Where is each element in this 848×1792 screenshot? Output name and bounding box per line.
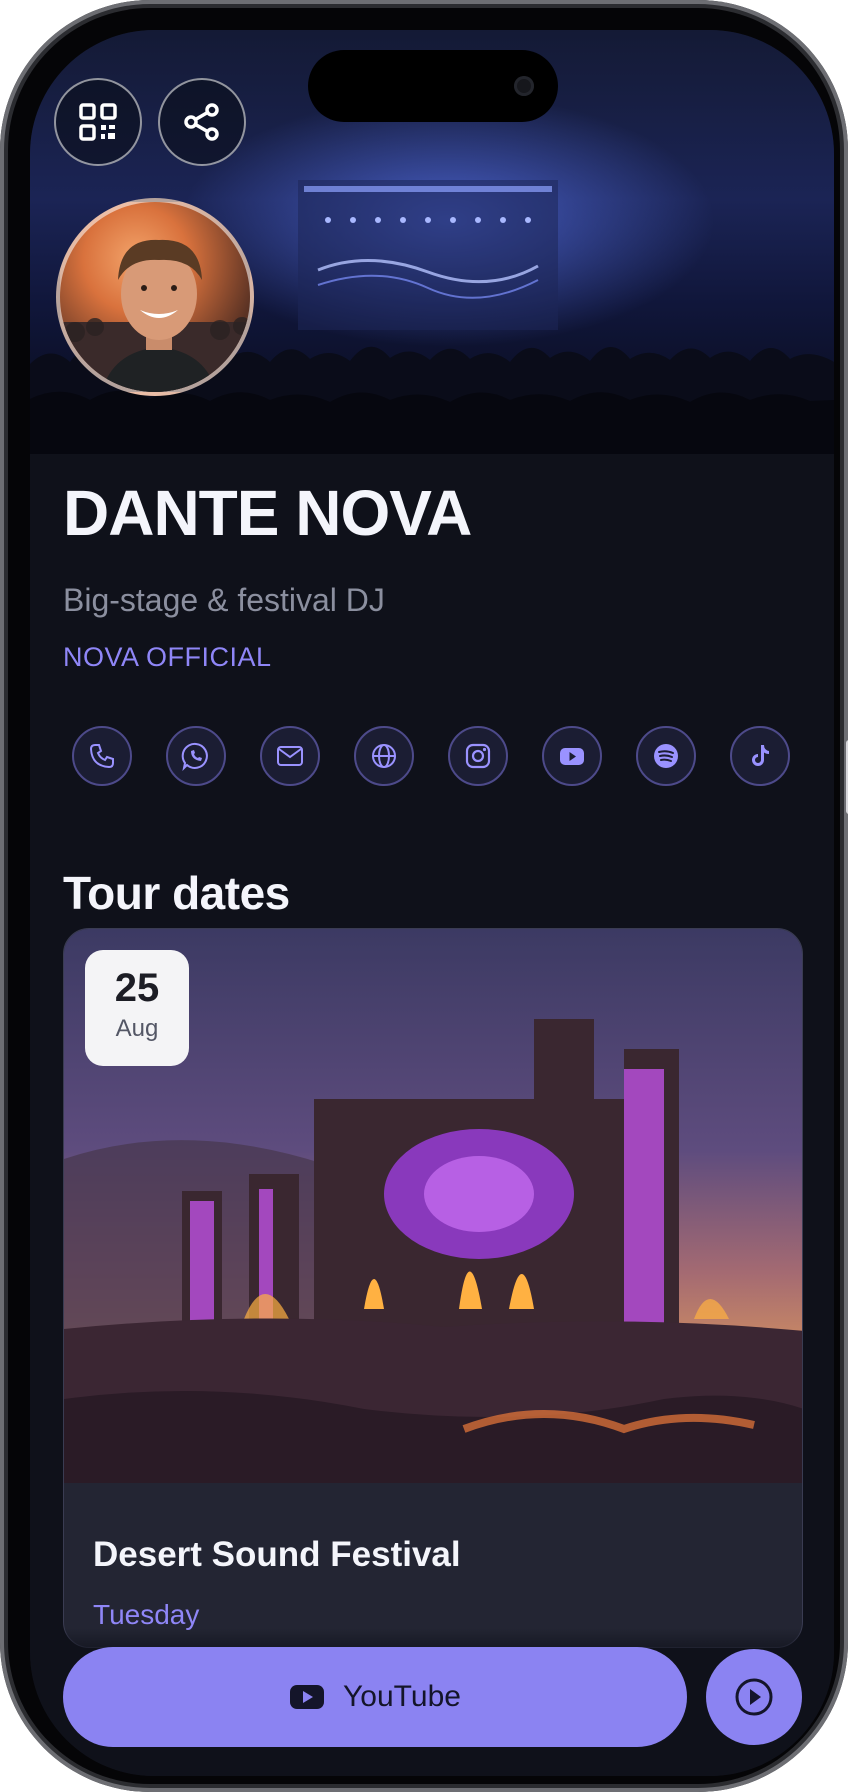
play-button[interactable] — [706, 1649, 802, 1745]
social-links — [72, 726, 796, 788]
email-button[interactable] — [260, 726, 320, 786]
phone-frame: DANTE NOVA Big-stage & festival DJ NOVA … — [0, 0, 848, 1792]
instagram-button[interactable] — [448, 726, 508, 786]
qr-code-button[interactable] — [54, 78, 142, 166]
website-button[interactable] — [354, 726, 414, 786]
play-icon — [735, 1678, 773, 1716]
profile-name: DANTE NOVA — [63, 477, 472, 549]
youtube-icon — [290, 1685, 325, 1709]
whatsapp-icon — [181, 742, 208, 771]
dynamic-island — [308, 50, 558, 122]
qr-code-icon — [79, 103, 117, 141]
phone-icon — [89, 744, 114, 769]
tour-dates-heading: Tour dates — [63, 867, 290, 919]
globe-icon — [372, 744, 396, 768]
youtube-icon — [560, 748, 584, 765]
youtube-cta-label: YouTube — [343, 1680, 461, 1713]
event-month: Aug — [115, 1015, 159, 1042]
tiktok-button[interactable] — [730, 726, 790, 786]
tour-event-card[interactable]: 25 Aug Desert Sound Festival Tuesday — [63, 928, 803, 1648]
avatar — [56, 198, 254, 396]
spotify-button[interactable] — [636, 726, 696, 786]
event-weekday: Tuesday — [93, 1599, 200, 1630]
event-day: 25 — [114, 966, 160, 1010]
event-date-badge: 25 Aug — [85, 950, 189, 1066]
event-name: Desert Sound Festival — [93, 1535, 461, 1574]
profile-brand: NOVA OFFICIAL — [63, 642, 272, 672]
spotify-icon — [654, 744, 678, 768]
avatar-portrait — [60, 239, 250, 392]
mail-icon — [277, 746, 303, 766]
share-button[interactable] — [158, 78, 246, 166]
instagram-icon — [465, 743, 491, 769]
phone-bezel: DANTE NOVA Big-stage & festival DJ NOVA … — [8, 8, 840, 1784]
tiktok-icon — [752, 745, 769, 766]
camera-dot — [514, 76, 534, 96]
share-icon — [184, 103, 219, 141]
youtube-button[interactable] — [542, 726, 602, 786]
profile-tagline: Big-stage & festival DJ — [63, 582, 385, 618]
youtube-cta-button[interactable]: YouTube — [63, 1647, 687, 1747]
phone-button[interactable] — [72, 726, 132, 786]
whatsapp-button[interactable] — [166, 726, 226, 786]
screen: DANTE NOVA Big-stage & festival DJ NOVA … — [30, 30, 834, 1776]
